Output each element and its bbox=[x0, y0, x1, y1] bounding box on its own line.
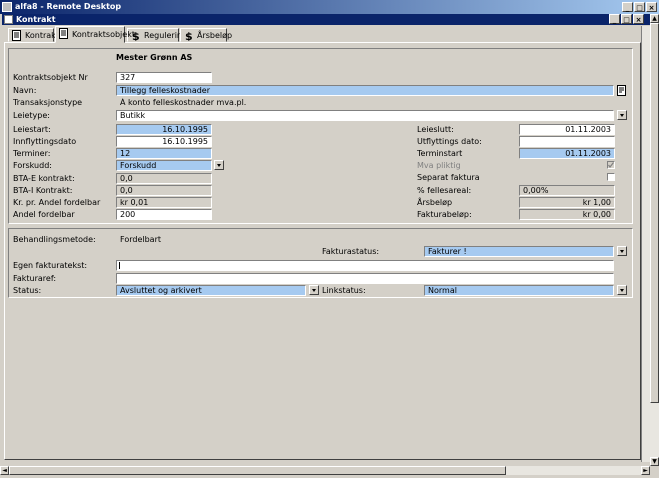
document-icon bbox=[4, 15, 13, 24]
terminstart-field[interactable]: 01.11.2003 bbox=[519, 148, 615, 159]
minimize-button[interactable]: _ bbox=[622, 2, 633, 12]
document-icon bbox=[59, 28, 68, 39]
navn-field[interactable]: Tillegg felleskostnader bbox=[116, 85, 614, 96]
navn-label: Navn: bbox=[13, 86, 37, 95]
leietype-select[interactable]: Butikk bbox=[116, 110, 614, 121]
forskudd-select[interactable]: Forskudd bbox=[116, 160, 212, 171]
dollar-icon: $ bbox=[185, 30, 193, 41]
close-button[interactable]: × bbox=[646, 2, 657, 12]
document-icon bbox=[12, 30, 21, 41]
remote-desktop-titlebar: alfa8 - Remote Desktop _ □ × bbox=[0, 0, 659, 14]
terminer-label: Terminer: bbox=[13, 149, 51, 158]
fakturaref-field[interactable] bbox=[116, 273, 614, 284]
doc-close-button[interactable]: × bbox=[633, 14, 644, 24]
linkstatus-label: Linkstatus: bbox=[322, 286, 366, 295]
leieslutt-field[interactable]: 01.11.2003 bbox=[519, 124, 615, 135]
leieslutt-label: Leieslutt: bbox=[417, 125, 454, 134]
fakturabelop-field: kr 0,00 bbox=[519, 209, 615, 220]
scroll-left-button[interactable]: ◄ bbox=[0, 466, 9, 475]
text-cursor bbox=[119, 262, 120, 269]
leietype-dropdown-icon[interactable] bbox=[617, 110, 627, 120]
svg-text:$: $ bbox=[185, 30, 193, 41]
doc-minimize-button[interactable]: _ bbox=[609, 14, 620, 24]
andel-field[interactable]: 200 bbox=[116, 209, 212, 220]
utflytting-field[interactable] bbox=[519, 136, 615, 147]
window-title: alfa8 - Remote Desktop bbox=[15, 2, 122, 11]
utflytting-label: Utflyttings dato: bbox=[417, 137, 482, 146]
fakturastatus-label: Fakturastatus: bbox=[322, 247, 380, 256]
horizontal-scroll-thumb[interactable] bbox=[9, 466, 506, 475]
fakturabelop-label: Fakturabeløp: bbox=[417, 210, 472, 219]
tenant-name: Mester Grønn AS bbox=[116, 53, 193, 62]
leiestart-field[interactable]: 16.10.1995 bbox=[116, 124, 212, 135]
behandling-label: Behandlingsmetode: bbox=[13, 235, 96, 244]
leietype-label: Leietype: bbox=[13, 111, 50, 120]
doc-restore-button[interactable]: □ bbox=[621, 14, 632, 24]
objekt-nr-field[interactable]: 327 bbox=[116, 72, 212, 83]
scroll-right-button[interactable]: ► bbox=[641, 466, 650, 475]
status-select[interactable]: Avsluttet og arkivert bbox=[116, 285, 306, 296]
lookup-icon[interactable] bbox=[617, 85, 627, 96]
linkstatus-select[interactable]: Normal bbox=[424, 285, 614, 296]
transaksjonstype-label: Transaksjonstype bbox=[13, 98, 83, 107]
scroll-down-button[interactable]: ▼ bbox=[650, 457, 659, 466]
behandling-value: Fordelbart bbox=[116, 234, 614, 245]
separat-faktura-checkbox[interactable] bbox=[607, 173, 615, 181]
status-dropdown-icon[interactable] bbox=[309, 285, 319, 295]
egen-fakturatekst-label: Egen fakturatekst: bbox=[13, 261, 88, 270]
bta-i-field: 0,0 bbox=[116, 185, 212, 196]
fellesareal-field: 0,00% bbox=[519, 185, 615, 196]
innflytting-field[interactable]: 16.10.1995 bbox=[116, 136, 212, 147]
inner-vertical-scrollbar[interactable] bbox=[641, 26, 650, 462]
transaksjonstype-value: Á konto felleskostnader mva.pl. bbox=[116, 97, 614, 108]
vertical-scroll-thumb[interactable] bbox=[650, 23, 659, 403]
arsbelop-label: Årsbeløp bbox=[417, 198, 453, 207]
innflytting-label: Innflyttingsdato bbox=[13, 137, 77, 146]
bta-e-field: 0,0 bbox=[116, 173, 212, 184]
status-label: Status: bbox=[13, 286, 42, 295]
terminstart-label: Terminstart bbox=[417, 149, 463, 158]
bta-i-label: BTA-I Kontrakt: bbox=[13, 186, 73, 195]
andel-label: Andel fordelbar bbox=[13, 210, 75, 219]
restore-button[interactable]: □ bbox=[634, 2, 645, 12]
tab-kontraktsobjekt[interactable]: Kontraktsobjekt bbox=[55, 26, 135, 43]
tab-label: Kontraktsobjekt bbox=[72, 30, 135, 39]
linkstatus-dropdown-icon[interactable] bbox=[617, 285, 627, 295]
tab-label: Kontrakt bbox=[25, 31, 59, 40]
fakturaref-label: Fakturaref: bbox=[13, 274, 57, 283]
scroll-up-button[interactable]: ▲ bbox=[650, 14, 659, 23]
tab-kontrakt[interactable]: Kontrakt bbox=[8, 28, 59, 42]
tab-label: Årsbeløp bbox=[197, 31, 233, 40]
fellesareal-label: % fellesareal: bbox=[417, 186, 472, 195]
fakturastatus-dropdown-icon[interactable] bbox=[617, 246, 627, 256]
egen-fakturatekst-field[interactable] bbox=[116, 260, 614, 271]
leiestart-label: Leiestart: bbox=[13, 125, 51, 134]
kr-andel-field: kr 0,01 bbox=[116, 197, 212, 208]
separat-faktura-label: Separat faktura bbox=[417, 173, 480, 182]
forskudd-dropdown-icon[interactable] bbox=[214, 160, 224, 170]
arsbelop-field: kr 1,00 bbox=[519, 197, 615, 208]
check-icon bbox=[608, 162, 614, 168]
terminer-field[interactable]: 12 bbox=[116, 148, 212, 159]
tab-arsbelop[interactable]: $ Årsbeløp bbox=[180, 28, 232, 42]
forskudd-label: Forskudd: bbox=[13, 161, 52, 170]
document-titlebar: Kontrakt _ □ × bbox=[2, 14, 657, 25]
objekt-nr-label: Kontraktsobjekt Nr bbox=[13, 73, 88, 82]
bta-e-label: BTA-E kontrakt: bbox=[13, 174, 75, 183]
kr-andel-label: Kr. pr. Andel fordelbar bbox=[13, 198, 101, 207]
fakturastatus-select[interactable]: Fakturer ! bbox=[424, 246, 614, 257]
app-icon bbox=[2, 2, 12, 12]
mva-pliktig-label: Mva pliktig bbox=[417, 161, 461, 170]
document-title: Kontrakt bbox=[16, 15, 56, 24]
